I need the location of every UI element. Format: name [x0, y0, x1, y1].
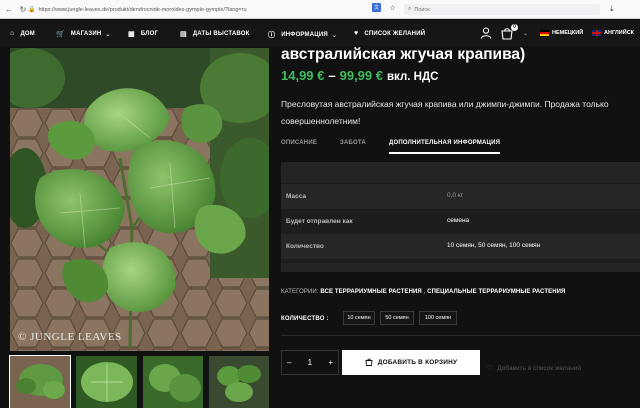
nav-label-home: ДОМ: [20, 30, 35, 37]
nav-label-info: ИНФОРМАЦИЯ: [281, 32, 328, 38]
nav-label-shop: МАГАЗИН: [70, 31, 102, 37]
heart-icon: ♡: [487, 365, 494, 372]
quantity-label: КОЛИЧЕСТВО :: [281, 316, 329, 322]
quantity-option-100[interactable]: 100 семян: [419, 311, 457, 325]
calendar-icon: ▤: [180, 31, 187, 38]
product-main-image[interactable]: [10, 48, 269, 351]
site-nav: ⌂ ДОМ 🛒 МАГАЗИН ⌄ ▦ БЛОГ ▤ ДАТЫ ВЫСТАВОК…: [0, 20, 640, 46]
user-account-icon[interactable]: [480, 27, 492, 39]
browser-search-input[interactable]: ⌕ Поиск: [404, 4, 600, 15]
lock-icon: 🔒: [28, 7, 36, 13]
translate-icon[interactable]: 文: [372, 3, 381, 12]
product-info: австралийская жгучая крапива) 14,99 € – …: [281, 46, 640, 408]
german-flag-icon: [540, 30, 549, 36]
attribute-value: 10 семян, 50 семян, 100 семян: [447, 242, 541, 249]
table-header-band: [281, 162, 640, 183]
quantity-option-10[interactable]: 10 семян: [343, 311, 375, 325]
attributes-table: Масса 0,0 кг Будет отправлен как семена …: [281, 162, 640, 272]
thumbnail-image: [76, 356, 137, 408]
thumbnail-image: [208, 356, 269, 408]
category-link-all-terrarium[interactable]: ВСЕ ТЕРРАРИУМНЫЕ РАСТЕНИЯ: [320, 289, 421, 295]
attribute-key: Будет отправлен как: [286, 218, 353, 225]
tab-description[interactable]: ОПИСАНИЕ: [281, 140, 317, 146]
nav-item-shop[interactable]: 🛒 МАГАЗИН ⌄: [56, 30, 111, 38]
wishlist-label: Добавить в список желаний: [497, 364, 582, 372]
search-icon: ⌕: [408, 6, 412, 12]
tab-care[interactable]: ЗАБОТА: [340, 140, 366, 146]
nav-item-blog[interactable]: ▦ БЛОГ: [128, 30, 158, 38]
table-footer-band: [281, 263, 640, 272]
add-to-cart-button[interactable]: ДОБАВИТЬ В КОРЗИНУ: [342, 350, 480, 375]
product-title: австралийская жгучая крапива): [281, 46, 526, 63]
heart-icon: ♥: [354, 30, 359, 37]
thumbnail-3[interactable]: [142, 356, 203, 408]
language-label-german: НЕМЕЦКИЙ: [552, 30, 584, 36]
chevron-down-icon: ⌄: [331, 32, 338, 39]
vat-note: вкл. НДС: [386, 71, 439, 83]
tab-additional-info[interactable]: ДОПОЛНИТЕЛЬНАЯ ИНФОРМАЦИЯ: [389, 140, 501, 154]
category-link-special-terrarium[interactable]: СПЕЦИАЛЬНЫЕ ТЕРРАРИУМНЫЕ РАСТЕНИЯ: [427, 289, 565, 295]
cart-icon: 🛒: [56, 31, 65, 38]
attribute-key: Масса: [286, 193, 307, 200]
table-row: Масса 0,0 кг: [281, 184, 640, 209]
thumbnail-image: [10, 356, 71, 408]
language-german[interactable]: НЕМЕЦКИЙ: [540, 30, 583, 36]
product-price: 14,99 € – 99,99 € вкл. НДС: [281, 68, 438, 83]
nav-item-wishlist[interactable]: ♥ СПИСОК ЖЕЛАНИЙ: [354, 30, 425, 37]
table-row: Количество 10 семян, 50 семян, 100 семян: [281, 234, 640, 259]
cart-count-badge: 0: [511, 24, 518, 31]
address-bar[interactable]: 🔒 https://www.jungle-leaves.de/produkt/d…: [28, 4, 400, 15]
address-text: https://www.jungle-leaves.de/produkt/den…: [38, 6, 247, 13]
attribute-key: Количество: [286, 243, 324, 250]
thumbnail-1[interactable]: [8, 355, 72, 408]
price-to: 99,99 €: [339, 68, 383, 83]
nav-label-wishlist: СПИСОК ЖЕЛАНИЙ: [364, 30, 426, 37]
attribute-value: 0,0 кг: [447, 192, 464, 199]
quantity-option-50[interactable]: 50 семян: [380, 311, 414, 325]
search-placeholder: Поиск: [414, 6, 430, 13]
add-to-cart-label: ДОБАВИТЬ В КОРЗИНУ: [377, 359, 458, 366]
nav-item-exhibitions[interactable]: ▤ ДАТЫ ВЫСТАВОК: [180, 30, 249, 38]
quantity-value[interactable]: 1: [308, 358, 312, 367]
uk-flag-icon: [592, 30, 601, 36]
attribute-value: семена: [447, 217, 470, 224]
product-categories: КАТЕГОРИИ: ВСЕ ТЕРРАРИУМНЫЕ РАСТЕНИЯ , С…: [281, 289, 565, 295]
product-description: Пресловутая австралийская жгучая крапива…: [281, 99, 609, 126]
add-to-wishlist-link[interactable]: ♡ Добавить в список желаний: [487, 364, 582, 373]
reload-icon[interactable]: ↻: [18, 4, 28, 14]
nav-label-blog: БЛОГ: [140, 31, 159, 37]
divider: [281, 335, 640, 336]
categories-label: КАТЕГОРИИ:: [281, 289, 319, 295]
browser-toolbar: ← ↻ 🔒 https://www.jungle-leaves.de/produ…: [0, 0, 640, 19]
quantity-stepper: – 1 +: [281, 350, 339, 375]
chevron-down-icon: ⌄: [105, 31, 111, 38]
plant-photo: [10, 48, 269, 351]
watermark: © JUNGLE LEAVES: [18, 331, 122, 343]
product-tabs: ОПИСАНИЕ ЗАБОТА ДОПОЛНИТЕЛЬНАЯ ИНФОРМАЦИ…: [281, 140, 640, 158]
table-row: Будет отправлен как семена: [281, 209, 640, 234]
back-icon[interactable]: ←: [4, 4, 14, 14]
thumbnail-strip: [8, 355, 269, 408]
bookmark-star-icon[interactable]: ☆: [388, 3, 397, 12]
blog-icon: ▦: [128, 31, 135, 38]
chevron-down-icon[interactable]: ⌄: [523, 30, 528, 37]
language-english[interactable]: АНГЛИЙСК: [592, 30, 634, 36]
language-label-english: АНГЛИЙСК: [604, 30, 635, 36]
shopping-bag-icon: [365, 358, 373, 368]
nav-item-home[interactable]: ⌂ ДОМ: [10, 30, 35, 37]
increment-button[interactable]: +: [328, 358, 333, 367]
thumbnail-4[interactable]: [208, 356, 269, 408]
thumbnail-image: [142, 356, 203, 408]
download-icon[interactable]: ⤓: [610, 4, 614, 14]
nav-item-info[interactable]: ⓘ ИНФОРМАЦИЯ ⌄: [268, 30, 337, 40]
info-icon: ⓘ: [268, 32, 276, 39]
decrement-button[interactable]: –: [287, 358, 291, 367]
thumbnail-2[interactable]: [76, 356, 137, 408]
price-from: 14,99 €: [281, 68, 325, 83]
nav-label-exhibitions: ДАТЫ ВЫСТАВОК: [192, 31, 250, 37]
price-dash: –: [328, 68, 336, 83]
home-icon: ⌂: [10, 30, 15, 37]
